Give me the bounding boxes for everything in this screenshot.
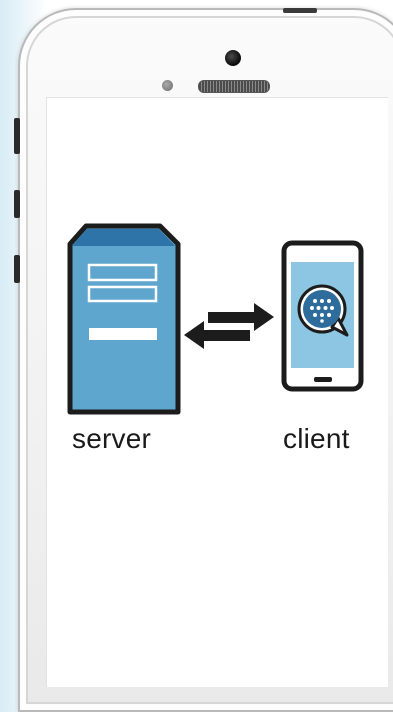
server-label: server xyxy=(72,423,151,454)
server-icon xyxy=(67,223,181,415)
client-server-diagram xyxy=(67,223,364,415)
client-label: client xyxy=(283,423,350,454)
bidirectional-arrows-icon xyxy=(184,303,274,349)
chat-bubble-icon xyxy=(297,284,349,337)
